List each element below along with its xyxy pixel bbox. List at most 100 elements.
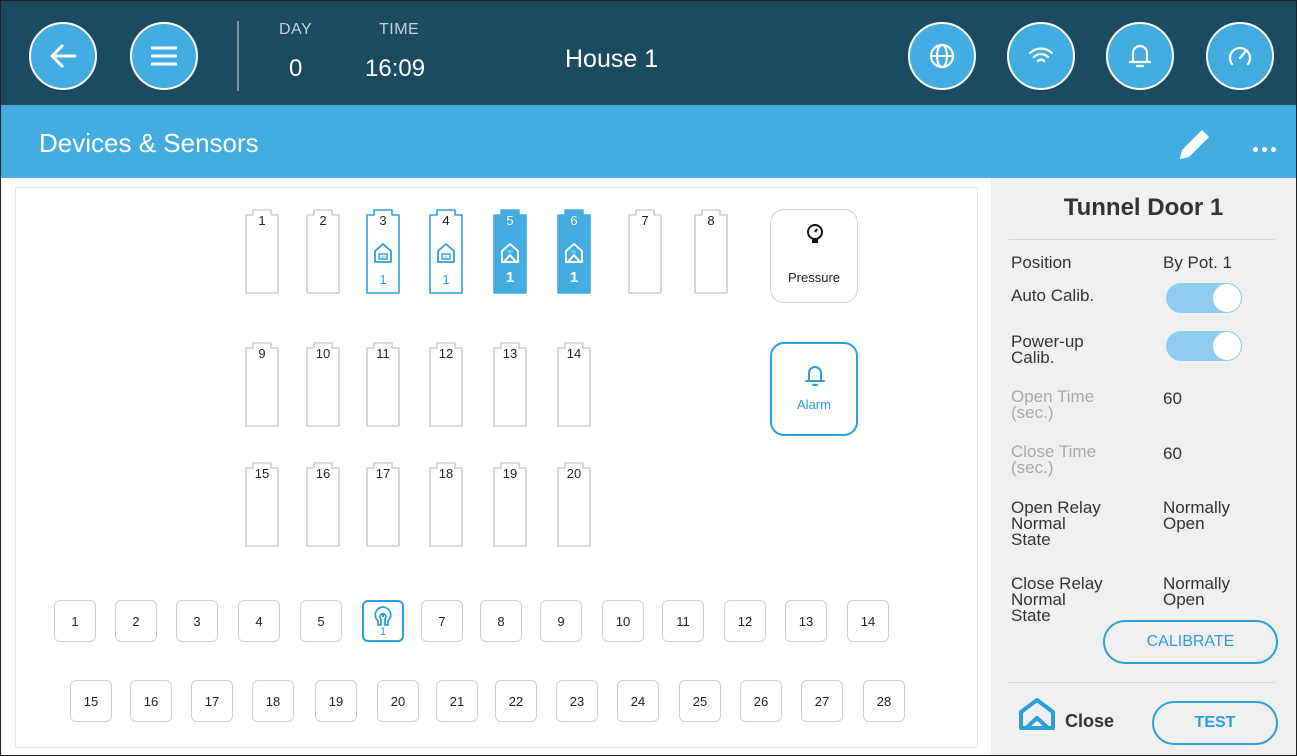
input-14[interactable]: 14	[847, 600, 889, 642]
relay-6[interactable]: 6 CL 1	[557, 209, 591, 295]
input-25[interactable]: 25	[679, 680, 721, 722]
svg-text:OP: OP	[380, 255, 386, 260]
input-13[interactable]: 13	[785, 600, 827, 642]
input-24[interactable]: 24	[617, 680, 659, 722]
relay-3[interactable]: 3 OP 1	[366, 209, 400, 295]
relay-8[interactable]: 8	[694, 209, 728, 295]
powerup-calib-label-line2: Calib.	[1011, 348, 1055, 367]
globe-icon	[929, 43, 955, 69]
relay-1[interactable]: 1	[245, 209, 279, 295]
menu-button[interactable]	[130, 22, 198, 90]
calibrate-button[interactable]: CALIBRATE	[1103, 620, 1278, 664]
relay-18[interactable]: 18	[429, 462, 463, 548]
relay-number: 12	[438, 346, 454, 361]
relay-number: 9	[258, 346, 266, 361]
input-19[interactable]: 19	[315, 680, 357, 722]
input-17[interactable]: 17	[191, 680, 233, 722]
relay-number: 4	[442, 213, 450, 228]
test-button[interactable]: TEST	[1152, 701, 1278, 745]
input-27[interactable]: 27	[801, 680, 843, 722]
relay-5[interactable]: 5 OP 1	[493, 209, 527, 295]
relay-10[interactable]: 10	[306, 342, 340, 428]
edit-button[interactable]	[1176, 125, 1214, 168]
relay-number: 11	[376, 346, 390, 361]
relay-number: 20	[566, 466, 582, 481]
relay-number: 5	[506, 213, 514, 228]
input-22[interactable]: 22	[495, 680, 537, 722]
input-number: 21	[449, 693, 465, 709]
input-10[interactable]: 10	[602, 600, 644, 642]
input-28[interactable]: 28	[863, 680, 905, 722]
open-relay-value-line2[interactable]: Open	[1163, 515, 1205, 532]
relay-14[interactable]: 14	[557, 342, 591, 428]
input-5[interactable]: 5	[300, 600, 342, 642]
title-bar: Devices & Sensors	[1, 105, 1296, 178]
input-12[interactable]: 12	[724, 600, 766, 642]
input-23[interactable]: 23	[556, 680, 598, 722]
alarm-label: Alarm	[797, 397, 831, 412]
close-time-value[interactable]: 60	[1163, 445, 1182, 462]
input-15[interactable]: 15	[70, 680, 112, 722]
input-number: 14	[860, 613, 876, 629]
input-18[interactable]: 18	[252, 680, 294, 722]
relay-11[interactable]: 11	[366, 342, 400, 428]
relay-19[interactable]: 19	[493, 462, 527, 548]
relay-device-index: 1	[442, 272, 450, 287]
more-button[interactable]	[1253, 147, 1281, 153]
back-button[interactable]	[29, 22, 97, 90]
input-number: 28	[876, 693, 892, 709]
alarm-card[interactable]: Alarm	[770, 342, 858, 436]
auto-calib-toggle[interactable]	[1166, 283, 1242, 313]
top-bar: DAY 0 TIME 16:09 House 1	[1, 1, 1296, 105]
relay-7[interactable]: 7	[628, 209, 662, 295]
input-3[interactable]: 3	[176, 600, 218, 642]
input-number: 11	[676, 613, 690, 629]
input-number: 1	[71, 613, 79, 629]
input-16[interactable]: 16	[130, 680, 172, 722]
input-number: 10	[615, 613, 631, 629]
input-number: 19	[328, 693, 344, 709]
input-21[interactable]: 21	[436, 680, 478, 722]
relay-17[interactable]: 17	[366, 462, 400, 548]
input-20[interactable]: 20	[377, 680, 419, 722]
relay-15[interactable]: 15	[245, 462, 279, 548]
alarms-button[interactable]	[1106, 22, 1174, 90]
relay-13[interactable]: 13	[493, 342, 527, 428]
network-button[interactable]	[1007, 22, 1075, 90]
language-button[interactable]	[908, 22, 976, 90]
relay-16[interactable]: 16	[306, 462, 340, 548]
svg-text:CL: CL	[571, 249, 577, 254]
input-number: 24	[630, 693, 646, 709]
powerup-calib-toggle[interactable]	[1166, 331, 1242, 361]
input-device-index: 1	[379, 625, 387, 638]
relay-number: 14	[566, 346, 582, 361]
input-6[interactable]: 1	[362, 600, 404, 642]
input-26[interactable]: 26	[740, 680, 782, 722]
input-9[interactable]: 9	[540, 600, 582, 642]
close-relay-label-line3: State	[1011, 606, 1051, 625]
relay-12[interactable]: 12	[429, 342, 463, 428]
relay-9[interactable]: 9	[245, 342, 279, 428]
input-1[interactable]: 1	[54, 600, 96, 642]
relay-20[interactable]: 20	[557, 462, 591, 548]
input-7[interactable]: 7	[421, 600, 463, 642]
input-8[interactable]: 8	[480, 600, 522, 642]
position-label: Position	[1011, 253, 1072, 272]
close-relay-value-line2[interactable]: Open	[1163, 591, 1205, 608]
input-4[interactable]: 4	[238, 600, 280, 642]
door-status-label: Close	[1065, 711, 1115, 731]
relay-number: 15	[254, 466, 270, 481]
open-time-value[interactable]: 60	[1163, 390, 1182, 407]
relay-2[interactable]: 2	[306, 209, 340, 295]
dashboard-button[interactable]	[1206, 22, 1274, 90]
toggle-knob	[1213, 332, 1241, 360]
input-number: 3	[193, 613, 201, 629]
header-divider	[237, 21, 239, 91]
input-2[interactable]: 2	[115, 600, 157, 642]
input-11[interactable]: 11	[662, 600, 704, 642]
relay-number: 3	[379, 213, 387, 228]
relay-4[interactable]: 4 CL 1	[429, 209, 463, 295]
input-number: 16	[143, 693, 159, 709]
input-number: 23	[569, 693, 585, 709]
pressure-sensor-card[interactable]: Pressure	[770, 209, 858, 303]
